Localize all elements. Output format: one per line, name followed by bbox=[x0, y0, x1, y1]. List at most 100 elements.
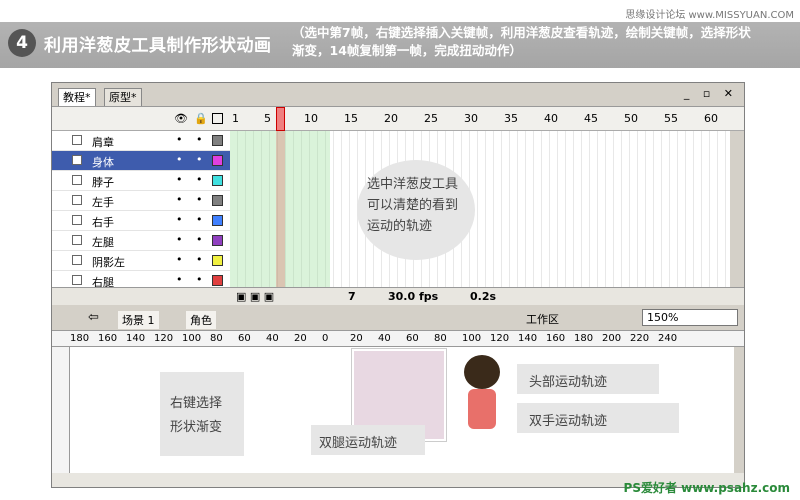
eye-icon[interactable]: 👁 bbox=[174, 112, 188, 125]
layer-name: 阴影左 bbox=[92, 256, 125, 269]
vertical-ruler bbox=[52, 347, 70, 473]
visibility-dot[interactable]: • bbox=[176, 273, 183, 286]
scene-name[interactable]: 场景 1 bbox=[118, 311, 159, 329]
ruler-tick: 120 bbox=[490, 333, 510, 344]
document-tabs: 教程* 原型* _ ▫ ✕ bbox=[52, 83, 744, 107]
layer-color-swatch bbox=[212, 235, 223, 246]
window-controls[interactable]: _ ▫ ✕ bbox=[684, 87, 738, 100]
current-frame-marker bbox=[276, 131, 285, 287]
zoom-select[interactable]: 150% bbox=[642, 309, 738, 326]
frame-rate: 30.0 fps bbox=[388, 290, 439, 303]
banner-title: 利用洋葱皮工具制作形状动画 bbox=[44, 36, 272, 56]
layer-row[interactable]: 左手 • • bbox=[52, 191, 230, 211]
onion-skin-icon[interactable]: ▣ ▣ ▣ bbox=[236, 290, 274, 303]
outline-icon[interactable] bbox=[212, 113, 223, 124]
ruler-tick: 20 bbox=[294, 333, 307, 344]
workspace-dropdown[interactable]: 工作区 bbox=[526, 311, 559, 327]
ruler-tick: 160 bbox=[98, 333, 118, 344]
timeline-status: ▣ ▣ ▣ 7 30.0 fps 0.2s bbox=[52, 287, 744, 305]
layer-row[interactable]: 阴影左 • • bbox=[52, 251, 230, 271]
visibility-dot[interactable]: • bbox=[176, 193, 183, 206]
lock-dot[interactable]: • bbox=[196, 153, 203, 166]
ruler-tick: 140 bbox=[126, 333, 146, 344]
elapsed-time: 0.2s bbox=[470, 290, 497, 303]
playhead[interactable] bbox=[276, 107, 285, 131]
current-frame: 7 bbox=[348, 290, 356, 303]
layer-list: 肩章 • • 身体 • • 脖子 • • 左手 • • 右手 • • 左腿 • • 阴影左 • • 右腿 • • bbox=[52, 131, 230, 291]
layer-color-swatch bbox=[212, 275, 223, 286]
layer-color-swatch bbox=[212, 195, 223, 206]
lock-dot[interactable]: • bbox=[196, 253, 203, 266]
ruler-tick: 60 bbox=[238, 333, 251, 344]
layer-color-swatch bbox=[212, 215, 223, 226]
layer-color-swatch bbox=[212, 255, 223, 266]
lock-dot[interactable]: • bbox=[196, 233, 203, 246]
layer-color-swatch bbox=[212, 155, 223, 166]
ruler-tick: 40 bbox=[266, 333, 279, 344]
frame-number: 25 bbox=[424, 112, 438, 125]
character-body bbox=[468, 389, 496, 429]
layer-row[interactable]: 肩章 • • bbox=[52, 131, 230, 151]
frame-number: 5 bbox=[264, 112, 271, 125]
ruler-tick: 200 bbox=[602, 333, 622, 344]
layer-icon bbox=[72, 235, 82, 245]
lock-dot[interactable]: • bbox=[196, 273, 203, 286]
frame-number: 1 bbox=[232, 112, 239, 125]
frame-number: 55 bbox=[664, 112, 678, 125]
visibility-dot[interactable]: • bbox=[176, 173, 183, 186]
layer-row[interactable]: 脖子 • • bbox=[52, 171, 230, 191]
character-head bbox=[464, 355, 500, 389]
frame-number: 35 bbox=[504, 112, 518, 125]
ruler-tick: 40 bbox=[378, 333, 391, 344]
frame-number: 15 bbox=[344, 112, 358, 125]
lock-dot[interactable]: • bbox=[196, 133, 203, 146]
layer-row[interactable]: 右手 • • bbox=[52, 211, 230, 231]
tab-prototype[interactable]: 原型* bbox=[104, 88, 142, 106]
visibility-dot[interactable]: • bbox=[176, 213, 183, 226]
ruler-tick: 180 bbox=[70, 333, 90, 344]
layer-icon bbox=[72, 255, 82, 265]
layer-row[interactable]: 身体 • • bbox=[52, 151, 230, 171]
layer-row[interactable]: 左腿 • • bbox=[52, 231, 230, 251]
layer-color-swatch bbox=[212, 135, 223, 146]
ruler-tick: 60 bbox=[406, 333, 419, 344]
layer-icon bbox=[72, 195, 82, 205]
lock-icon[interactable]: 🔒 bbox=[194, 112, 208, 125]
watermark-bottom: PS爱好者 www.psahz.com bbox=[623, 481, 790, 495]
lock-dot[interactable]: • bbox=[196, 213, 203, 226]
layer-icon bbox=[72, 155, 82, 165]
callout-hands: 双手运动轨迹 bbox=[517, 403, 679, 433]
visibility-dot[interactable]: • bbox=[176, 253, 183, 266]
tab-tutorial[interactable]: 教程* bbox=[58, 88, 96, 106]
frame-number: 40 bbox=[544, 112, 558, 125]
visibility-dot[interactable]: • bbox=[176, 133, 183, 146]
ruler-tick: 100 bbox=[462, 333, 482, 344]
symbol-name[interactable]: 角色 bbox=[186, 311, 216, 329]
ruler-tick: 140 bbox=[518, 333, 538, 344]
step-banner: 4 利用洋葱皮工具制作形状动画 （选中第7帧，右键选择插入关键帧，利用洋葱皮查看… bbox=[0, 22, 800, 68]
frame-grid[interactable] bbox=[230, 131, 730, 287]
callout-legs: 双腿运动轨迹 bbox=[311, 425, 425, 455]
visibility-dot[interactable]: • bbox=[176, 153, 183, 166]
ruler-tick: 240 bbox=[658, 333, 678, 344]
ruler-tick: 160 bbox=[546, 333, 566, 344]
layer-icon bbox=[72, 175, 82, 185]
layer-icon bbox=[72, 135, 82, 145]
ruler-tick: 100 bbox=[182, 333, 202, 344]
layer-color-swatch bbox=[212, 175, 223, 186]
callout-onion: 选中洋葱皮工具可以清楚的看到运动的轨迹 bbox=[357, 160, 475, 260]
layer-icon bbox=[72, 275, 82, 285]
lock-dot[interactable]: • bbox=[196, 193, 203, 206]
callout-right-click: 右键选择形状渐变 bbox=[160, 372, 244, 456]
back-arrow-icon[interactable]: ⇦ bbox=[88, 310, 99, 325]
ruler-tick: 180 bbox=[574, 333, 594, 344]
horizontal-ruler: 180 160 140 120 100 80 60 40 20 0 20 40 60 80 100 120 14… bbox=[52, 331, 744, 347]
ruler-tick: 0 bbox=[322, 333, 329, 344]
frame-number: 50 bbox=[624, 112, 638, 125]
layer-name: 右手 bbox=[92, 216, 114, 229]
ruler-tick: 20 bbox=[350, 333, 363, 344]
frame-number: 20 bbox=[384, 112, 398, 125]
visibility-dot[interactable]: • bbox=[176, 233, 183, 246]
lock-dot[interactable]: • bbox=[196, 173, 203, 186]
step-badge: 4 bbox=[8, 29, 36, 57]
